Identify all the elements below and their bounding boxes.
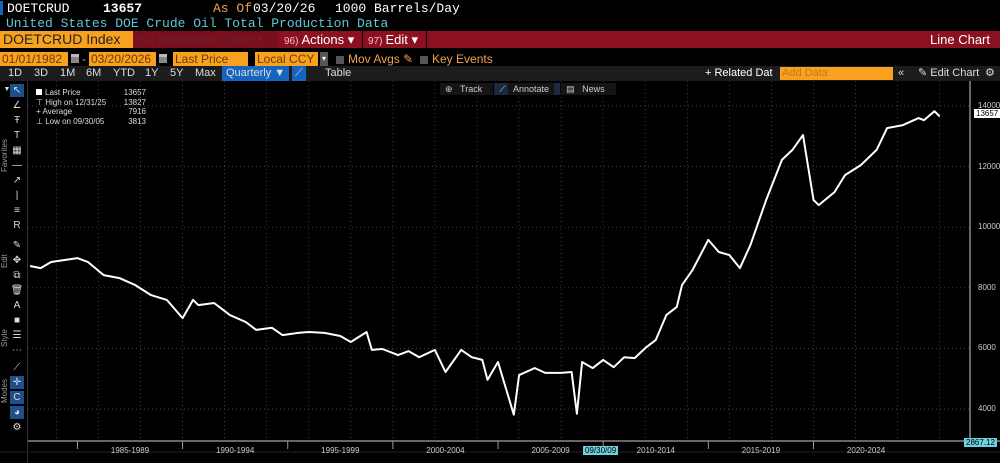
annotate-button[interactable]: ⟋ Annotate: [494, 83, 561, 95]
track-label: Track: [455, 83, 488, 95]
y-tick-label: 4000: [978, 404, 996, 413]
x-tick-label: 1995-1999: [321, 446, 360, 455]
legend-avg-value: 7916: [128, 107, 146, 116]
news-button[interactable]: ▤ News: [561, 83, 616, 95]
x-tick-label: 2000-2004: [426, 446, 465, 455]
crosshair-x-label: 09/30/09: [583, 446, 619, 455]
x-tick-label: 2020-2024: [846, 446, 886, 455]
price-chart[interactable]: [0, 0, 1000, 463]
y-tick-label: 6000: [978, 343, 996, 353]
x-tick-label: 1985-1989: [110, 446, 150, 455]
legend-last: Last Price 13657: [36, 88, 146, 98]
x-tick-label: 2015-2019: [741, 446, 781, 455]
legend-high-value: 13827: [123, 97, 146, 107]
legend-last-value: 13657: [123, 88, 146, 97]
last-value-tag: 13657: [974, 109, 1000, 118]
y-tick-label: 10000: [978, 222, 1000, 232]
crosshair-y-label: 2867.12: [964, 438, 997, 447]
legend-low-value: 3813: [128, 116, 146, 126]
legend-low-label: Low on 09/30/05: [45, 116, 105, 126]
legend-avg-label: Average: [42, 107, 73, 116]
y-tick-label: 8000: [978, 282, 996, 292]
legend-high-label: High on 12/31/25: [45, 97, 107, 107]
legend-average: + Average 7916: [36, 107, 146, 116]
track-button[interactable]: ⊕ Track: [440, 83, 494, 95]
x-tick-label: 2005-2009: [531, 446, 570, 455]
y-tick-label: 12000: [978, 161, 1000, 171]
annotate-label: Annotate: [508, 83, 555, 95]
price-line: [29, 110, 941, 416]
news-label: News: [577, 83, 610, 95]
y-tick-label: 14000: [978, 101, 1000, 110]
chart-tools: ⊕ Track ⟋ Annotate ▤ News: [440, 83, 617, 95]
x-tick-label: 2010-2014: [636, 446, 675, 455]
legend-last-label: Last Price: [45, 88, 81, 97]
legend-low: ⊥ Low on 09/30/05 3813: [36, 116, 146, 126]
legend: Last Price 13657 ⊤ High on 12/31/25 13827 …: [36, 88, 146, 126]
legend-high: ⊤ High on 12/31/25 13827: [36, 97, 146, 107]
x-tick-label: 1990-1994: [216, 446, 255, 455]
